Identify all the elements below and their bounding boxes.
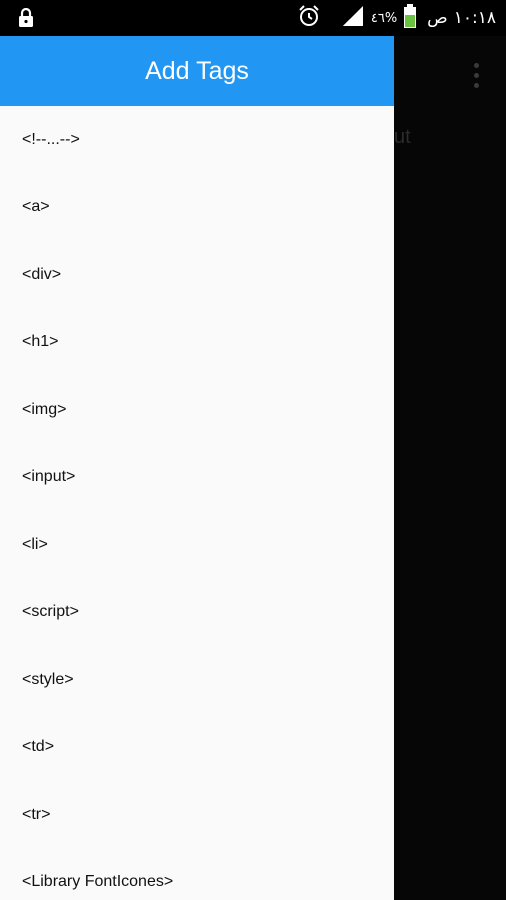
am-pm: ص <box>427 8 448 28</box>
drawer-title: Add Tags <box>0 36 394 106</box>
navigation-drawer: Add Tags <!--...--> <a> <div> <h1> <img>… <box>0 36 394 900</box>
tag-item-input[interactable]: <input> <box>0 444 394 512</box>
tag-item-a[interactable]: <a> <box>0 174 394 242</box>
tag-item-library-fonticones[interactable]: <Library FontIcones> <box>0 849 394 900</box>
tag-item-comment[interactable]: <!--...--> <box>0 106 394 174</box>
lock-icon <box>18 7 34 32</box>
battery-icon <box>403 3 417 33</box>
tag-item-style[interactable]: <style> <box>0 646 394 714</box>
overflow-menu-icon[interactable] <box>466 60 486 90</box>
tag-item-script[interactable]: <script> <box>0 579 394 647</box>
alarm-icon <box>297 4 321 32</box>
tag-list: <!--...--> <a> <div> <h1> <img> <input> … <box>0 106 394 900</box>
signal-icon <box>341 5 365 31</box>
tag-item-td[interactable]: <td> <box>0 714 394 782</box>
clock: ١٠:١٨ <box>453 8 496 28</box>
tag-item-img[interactable]: <img> <box>0 376 394 444</box>
background-partial-text: ut <box>394 126 411 148</box>
tag-item-div[interactable]: <div> <box>0 241 394 309</box>
tag-item-tr[interactable]: <tr> <box>0 781 394 849</box>
status-bar: ٤٦% ص ١٠:١٨ <box>0 0 506 36</box>
battery-percent: ٤٦% <box>370 10 398 26</box>
tag-item-li[interactable]: <li> <box>0 511 394 579</box>
tag-item-h1[interactable]: <h1> <box>0 309 394 377</box>
